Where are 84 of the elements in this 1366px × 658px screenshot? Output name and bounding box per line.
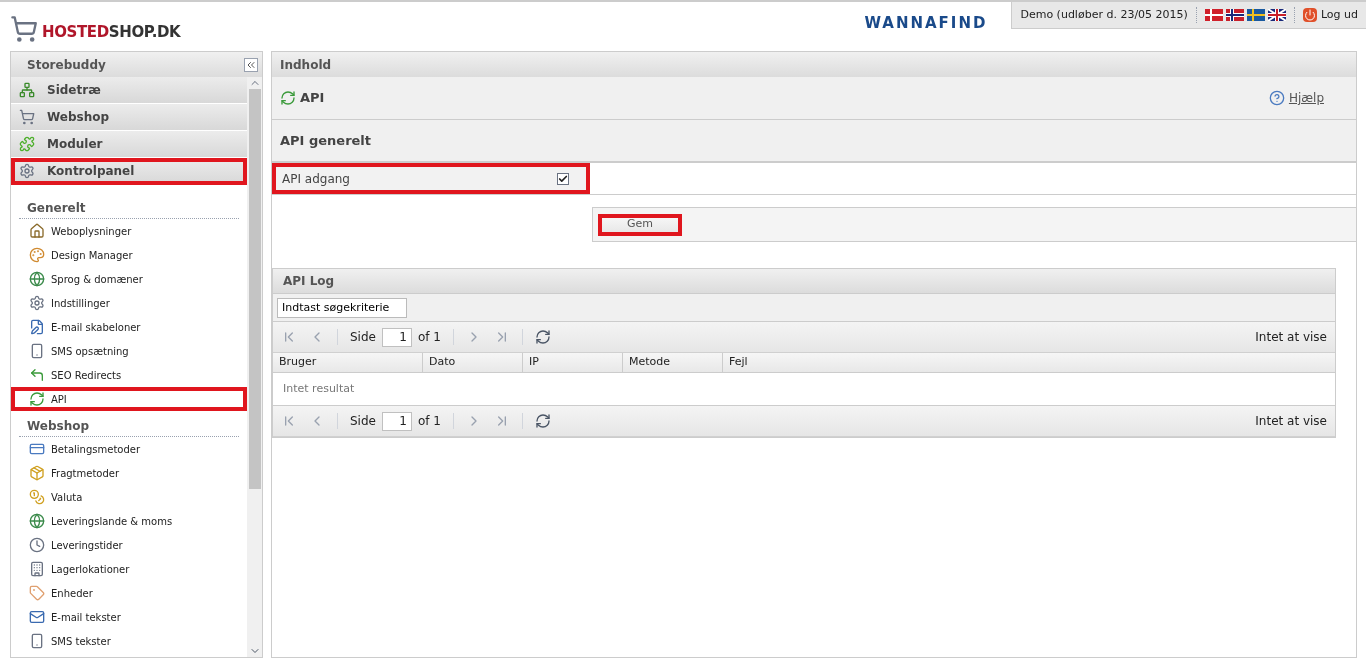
search-field[interactable]: Indtast søgekriterie xyxy=(277,297,407,318)
checkbox[interactable] xyxy=(557,172,569,185)
menu-item[interactable]: SMS tekster xyxy=(11,629,247,653)
flag-icon[interactable] xyxy=(1267,9,1286,21)
column-header[interactable]: Metode xyxy=(623,353,723,372)
collapse-button[interactable] xyxy=(244,57,258,72)
flag-icon[interactable] xyxy=(1204,9,1223,21)
account-label: Demo (udløber d. 23/05 2015) xyxy=(1020,6,1188,23)
power-icon xyxy=(1302,8,1317,22)
refresh-icon[interactable] xyxy=(534,413,551,429)
page-label: Side xyxy=(350,329,376,346)
page-count: of 1 xyxy=(417,413,441,430)
logo-text: HOSTEDSHOP.DK xyxy=(42,21,181,43)
package-icon xyxy=(29,465,45,481)
page-title: API xyxy=(300,89,325,108)
menu-item[interactable]: Sprog & domæner xyxy=(11,267,247,291)
content-header-title: Indhold xyxy=(280,56,332,74)
section-title: API generelt xyxy=(272,120,1356,162)
flag-icon[interactable] xyxy=(1225,9,1244,21)
menu-item[interactable]: API xyxy=(11,387,247,411)
menu-item[interactable]: Indstillinger xyxy=(11,291,247,315)
page-field[interactable]: 1 xyxy=(381,327,412,347)
help-link[interactable]: Hjælp xyxy=(1268,89,1324,107)
empty-message: Intet resultat xyxy=(283,380,355,397)
field-label: API adgang xyxy=(281,170,351,188)
column-header[interactable]: Dato xyxy=(423,353,523,372)
accordion-item[interactable]: Webshop xyxy=(11,104,247,131)
document-pencil-icon xyxy=(29,319,45,335)
log-title: API Log xyxy=(283,273,335,290)
menu-item[interactable]: Leveringslande & moms xyxy=(11,509,247,533)
pager-status: Intet at vise xyxy=(1255,329,1327,346)
refresh-icon xyxy=(29,391,45,407)
menu-item[interactable]: E-mail skabeloner xyxy=(11,315,247,339)
menu-item[interactable]: SMS opsætning xyxy=(11,339,247,363)
sitemap-icon xyxy=(19,82,35,98)
help-icon xyxy=(1268,90,1285,106)
column-header[interactable]: IP xyxy=(523,353,623,372)
column-header[interactable]: Bruger xyxy=(273,353,423,372)
menu-item[interactable]: Betalingsmetoder xyxy=(11,437,247,461)
phone-icon xyxy=(29,633,45,649)
globe-icon xyxy=(29,513,45,529)
menu-item[interactable]: Design Manager xyxy=(11,243,247,267)
clock-icon xyxy=(29,537,45,553)
page-count: of 1 xyxy=(417,329,441,346)
tag-icon xyxy=(29,585,45,601)
curved-arrow-icon xyxy=(29,367,45,383)
card-icon xyxy=(29,441,45,457)
save-button[interactable]: Gem xyxy=(598,213,682,236)
menu-item[interactable]: SEO Redirects xyxy=(11,363,247,387)
phone-icon xyxy=(29,343,45,359)
menu-item[interactable]: E-mail tekster xyxy=(11,605,247,629)
accordion-item[interactable]: Moduler xyxy=(11,131,247,158)
refresh-icon xyxy=(280,90,296,106)
pager-status: Intet at vise xyxy=(1255,413,1327,430)
building-icon xyxy=(29,561,45,577)
globe-icon xyxy=(29,271,45,287)
refresh-icon[interactable] xyxy=(534,329,551,345)
scrollbar[interactable] xyxy=(247,77,262,657)
gear-icon xyxy=(19,163,35,179)
cart-icon xyxy=(10,15,38,43)
column-header[interactable]: Fejl xyxy=(723,353,1335,372)
logout-link[interactable]: Log ud xyxy=(1302,6,1358,24)
coins-icon xyxy=(29,489,45,505)
envelope-icon xyxy=(29,609,45,625)
menu-item[interactable]: Valuta xyxy=(11,485,247,509)
house-icon xyxy=(29,223,45,239)
menu-item[interactable]: Fragtmetoder xyxy=(11,461,247,485)
accordion-item[interactable]: Sidetræ xyxy=(11,77,247,104)
menu-item[interactable]: Enheder xyxy=(11,581,247,605)
section-heading: Webshop xyxy=(19,417,239,437)
partner-logo: WANNAFIND xyxy=(864,13,988,34)
menu-item[interactable]: Lagerlokationer xyxy=(11,557,247,581)
page-label: Side xyxy=(350,413,376,430)
gear-icon xyxy=(29,295,45,311)
sidebar-title: Storebuddy xyxy=(27,56,106,74)
palette-icon xyxy=(29,247,45,263)
section-heading: Generelt xyxy=(19,199,239,219)
accordion-item[interactable]: Kontrolpanel xyxy=(11,158,247,185)
page-field[interactable]: 1 xyxy=(381,411,412,431)
menu-item[interactable]: Weboplysninger xyxy=(11,219,247,243)
menu-item[interactable]: Leveringstider xyxy=(11,533,247,557)
cart-icon xyxy=(19,109,35,125)
flag-icon[interactable] xyxy=(1246,9,1265,21)
puzzle-icon xyxy=(19,136,35,152)
